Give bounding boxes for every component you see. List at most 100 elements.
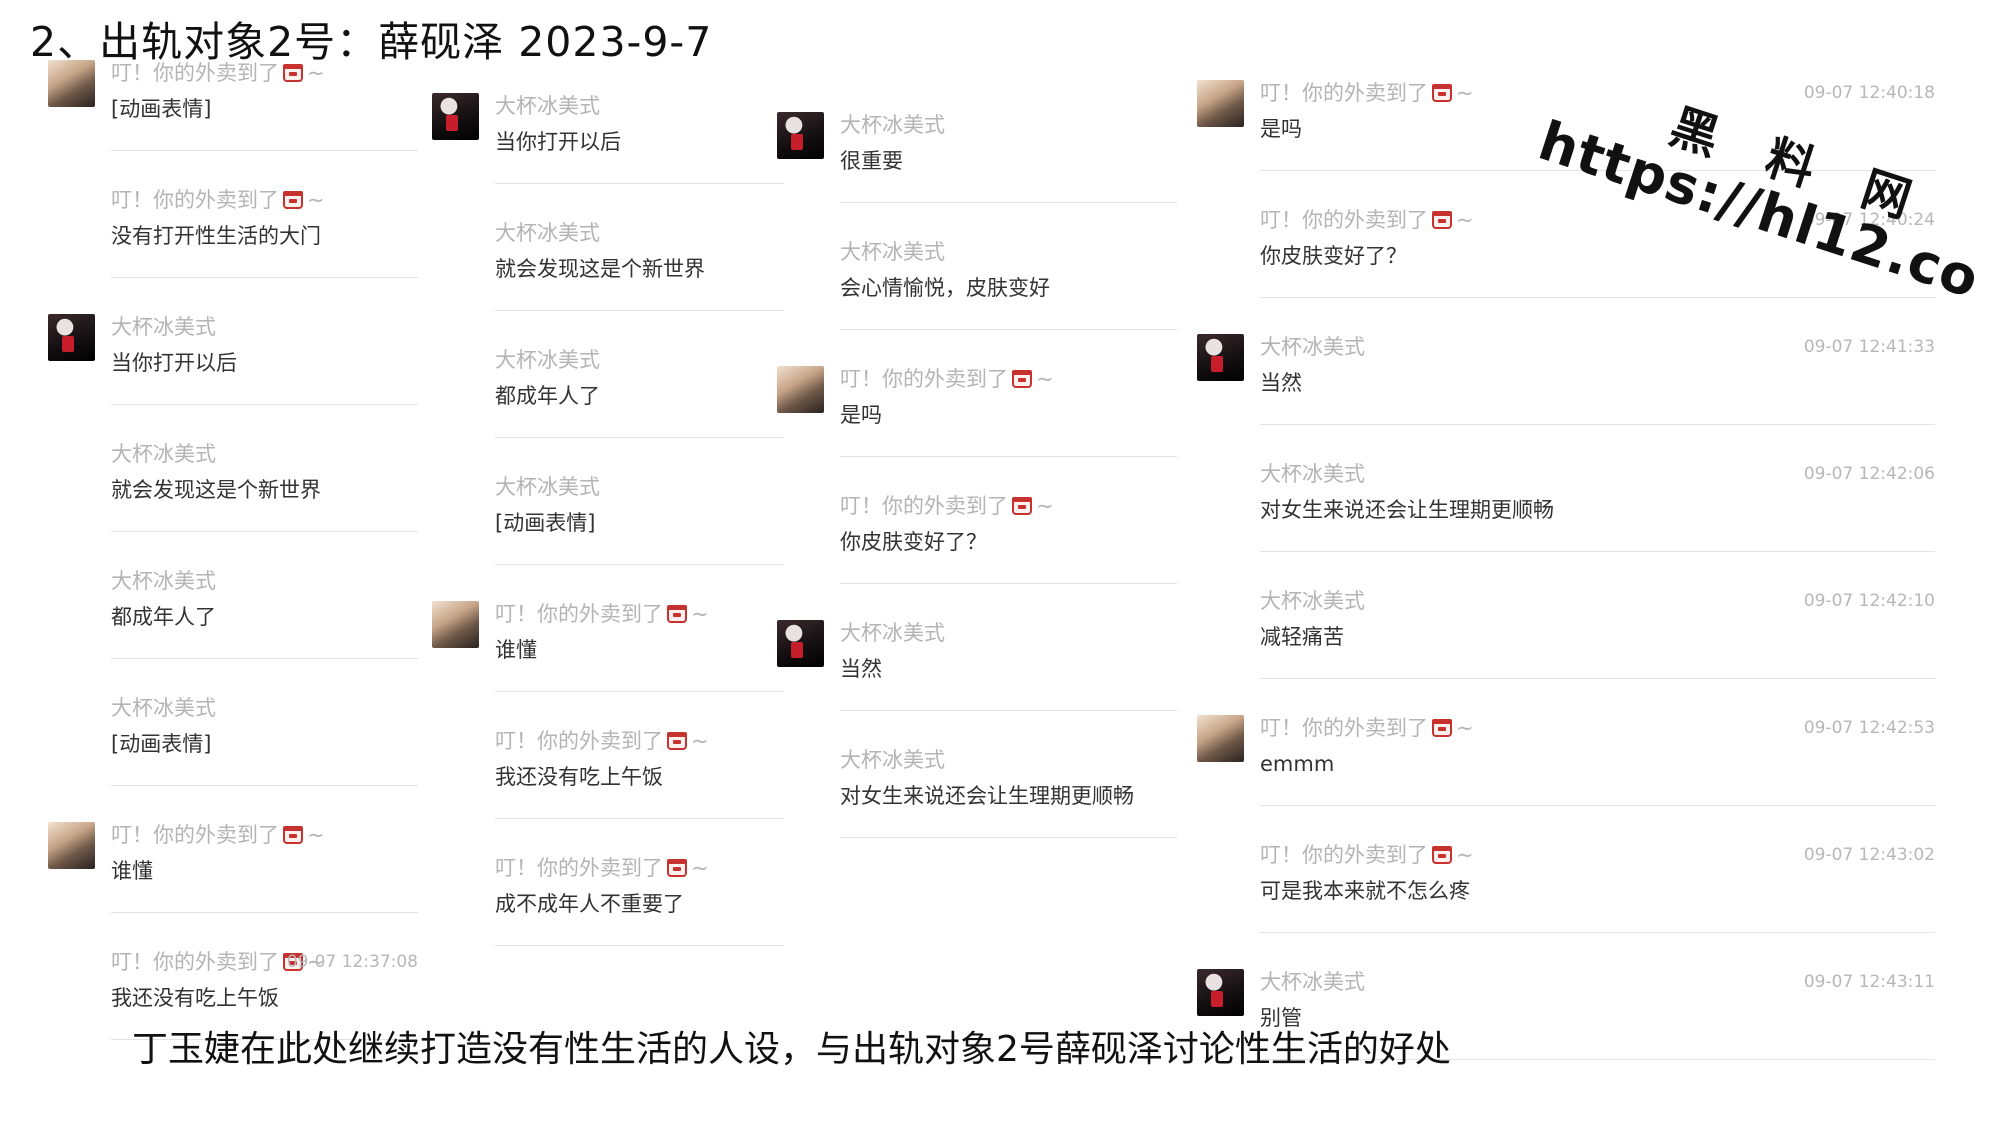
caption: 丁玉婕在此处继续打造没有性生活的人设，与出轨对象2号薛砚泽讨论性生活的好处 bbox=[132, 1029, 1451, 1070]
tilde-icon: ~ bbox=[691, 602, 709, 626]
sender-name[interactable]: 叮！你的外卖到了 bbox=[495, 856, 663, 880]
sender-name[interactable]: 叮！你的外卖到了 bbox=[1260, 81, 1428, 105]
chat-message[interactable]: 大杯冰美式当你打开以后 bbox=[432, 93, 784, 219]
chat-message[interactable]: 大杯冰美式就会发现这是个新世界 bbox=[48, 441, 418, 567]
chat-message[interactable]: 大杯冰美式 都成年人了 bbox=[48, 568, 418, 694]
message-time: 09-07 12:37:08 bbox=[286, 952, 418, 972]
sender-name[interactable]: 大杯冰美式 bbox=[1260, 462, 1365, 486]
chat-message[interactable]: 叮！你的外卖到了 ~09-07 12:42:53 emmm bbox=[1197, 715, 1935, 841]
message-text: 我还没有吃上午饭 bbox=[111, 986, 279, 1010]
sender-name[interactable]: 叮！你的外卖到了 bbox=[111, 823, 279, 847]
page-title: 2、出轨对象2号：薛砚泽 2023-9-7 bbox=[30, 18, 713, 66]
message-text: 当然 bbox=[840, 657, 882, 681]
chat-message[interactable]: 大杯冰美式 就会发现这是个新世界 bbox=[432, 220, 784, 346]
tilde-icon: ~ bbox=[1456, 716, 1474, 740]
sender-name[interactable]: 叮！你的外卖到了 bbox=[111, 61, 279, 85]
sender-name[interactable]: 叮！你的外卖到了 bbox=[840, 494, 1008, 518]
takeout-cup-icon bbox=[667, 859, 687, 877]
sender-name[interactable]: 大杯冰美式 bbox=[840, 621, 945, 645]
divider bbox=[495, 691, 784, 692]
sender-name[interactable]: 叮！你的外卖到了 bbox=[495, 602, 663, 626]
sender-name[interactable]: 大杯冰美式 bbox=[495, 221, 600, 245]
message-text: 减轻痛苦 bbox=[1260, 625, 1344, 649]
sender-name[interactable]: 叮！你的外卖到了 bbox=[1260, 208, 1428, 232]
avatar[interactable] bbox=[777, 366, 824, 413]
sender-name[interactable]: 叮！你的外卖到了 bbox=[1260, 716, 1428, 740]
avatar[interactable] bbox=[432, 93, 479, 140]
message-header: 大杯冰美式 bbox=[840, 620, 945, 646]
sender-name[interactable]: 大杯冰美式 bbox=[111, 569, 216, 593]
message-time: 09-07 12:40:18 bbox=[1803, 83, 1935, 103]
takeout-cup-icon bbox=[1012, 497, 1032, 515]
sender-name[interactable]: 大杯冰美式 bbox=[111, 442, 216, 466]
chat-message[interactable]: 叮！你的外卖到了 ~09-07 12:43:02 可是我本来就不怎么疼 bbox=[1197, 842, 1935, 968]
chat-message[interactable]: 大杯冰美式 很重要 bbox=[777, 112, 1177, 238]
sender-name[interactable]: 大杯冰美式 bbox=[1260, 335, 1365, 359]
divider bbox=[111, 912, 418, 913]
message-text: 当你打开以后 bbox=[111, 351, 237, 375]
sender-name[interactable]: 大杯冰美式 bbox=[840, 748, 945, 772]
chat-message[interactable]: 叮！你的外卖到了 ~ 谁懂 bbox=[48, 822, 418, 948]
chat-message[interactable]: 叮！你的外卖到了 ~ 是吗 bbox=[777, 366, 1177, 492]
divider bbox=[495, 437, 784, 438]
sender-name[interactable]: 大杯冰美式 bbox=[111, 696, 216, 720]
message-text: 成不成年人不重要了 bbox=[495, 892, 684, 916]
sender-name[interactable]: 大杯冰美式 bbox=[495, 348, 600, 372]
message-text: 对女生来说还会让生理期更顺畅 bbox=[1260, 498, 1554, 522]
message-text: 都成年人了 bbox=[495, 384, 600, 408]
sender-name[interactable]: 大杯冰美式 bbox=[1260, 589, 1365, 613]
sender-name[interactable]: 大杯冰美式 bbox=[495, 475, 600, 499]
avatar[interactable] bbox=[777, 112, 824, 159]
chat-message[interactable]: 大杯冰美式 当然 bbox=[777, 620, 1177, 746]
sender-name[interactable]: 叮！你的外卖到了 bbox=[111, 188, 279, 212]
sender-name[interactable]: 大杯冰美式 bbox=[840, 240, 945, 264]
message-text: 谁懂 bbox=[111, 859, 153, 883]
chat-message[interactable]: 大杯冰美式 对女生来说还会让生理期更顺畅 bbox=[777, 747, 1177, 873]
chat-message[interactable]: 叮！你的外卖到了 ~ 成不成年人不重要了 bbox=[432, 855, 784, 981]
avatar[interactable] bbox=[1197, 715, 1244, 762]
sender-name[interactable]: 大杯冰美式 bbox=[840, 113, 945, 137]
sender-name[interactable]: 叮！你的外卖到了 bbox=[1260, 843, 1428, 867]
divider bbox=[1260, 805, 1935, 806]
takeout-cup-icon bbox=[283, 191, 303, 209]
takeout-cup-icon bbox=[1432, 84, 1452, 102]
chat-message[interactable]: 叮！你的外卖到了 ~ 我还没有吃上午饭 bbox=[432, 728, 784, 854]
sender-name[interactable]: 叮！你的外卖到了 bbox=[111, 950, 279, 974]
chat-message[interactable]: 大杯冰美式 [动画表情] bbox=[48, 695, 418, 821]
message-text: 就会发现这是个新世界 bbox=[111, 478, 321, 502]
avatar[interactable] bbox=[777, 620, 824, 667]
divider bbox=[495, 183, 784, 184]
chat-message[interactable]: 大杯冰美式 会心情愉悦，皮肤变好 bbox=[777, 239, 1177, 365]
avatar[interactable] bbox=[432, 601, 479, 648]
avatar[interactable] bbox=[1197, 334, 1244, 381]
chat-message[interactable]: 叮！你的外卖到了 ~ 你皮肤变好了？ bbox=[777, 493, 1177, 619]
chat-message[interactable]: 大杯冰美式 09-07 12:42:06 对女生来说还会让生理期更顺畅 bbox=[1197, 461, 1935, 587]
chat-message[interactable]: 大杯冰美式 09-07 12:42:10 减轻痛苦 bbox=[1197, 588, 1935, 714]
message-text: 当你打开以后 bbox=[495, 130, 621, 154]
message-header: 叮！你的外卖到了 ~ bbox=[1260, 207, 1474, 233]
sender-name[interactable]: 大杯冰美式 bbox=[495, 94, 600, 118]
chat-message[interactable]: 大杯冰美式都成年人了 bbox=[432, 347, 784, 473]
message-text: 是吗 bbox=[840, 403, 882, 427]
message-header: 大杯冰美式 bbox=[495, 220, 600, 246]
divider bbox=[840, 710, 1177, 711]
message-header: 大杯冰美式 bbox=[495, 347, 600, 373]
sender-name[interactable]: 大杯冰美式 bbox=[1260, 970, 1365, 994]
sender-name[interactable]: 大杯冰美式 bbox=[111, 315, 216, 339]
message-header: 叮！你的外卖到了 ~ bbox=[1260, 842, 1474, 868]
divider bbox=[1260, 678, 1935, 679]
avatar[interactable] bbox=[48, 822, 95, 869]
sender-name[interactable]: 叮！你的外卖到了 bbox=[495, 729, 663, 753]
sender-name[interactable]: 叮！你的外卖到了 bbox=[840, 367, 1008, 391]
chat-message[interactable]: 叮！你的外卖到了 ~ 谁懂 bbox=[432, 601, 784, 727]
avatar[interactable] bbox=[48, 314, 95, 361]
avatar[interactable] bbox=[1197, 969, 1244, 1016]
message-text: [动画表情] bbox=[111, 732, 212, 756]
avatar[interactable] bbox=[1197, 80, 1244, 127]
chat-message[interactable]: 大杯冰美式 [动画表情] bbox=[432, 474, 784, 600]
chat-message[interactable]: 大杯冰美式当你打开以后 bbox=[48, 314, 418, 440]
chat-message[interactable]: 叮！你的外卖到了 ~ 没有打开性生活的大门 bbox=[48, 187, 418, 313]
avatar[interactable] bbox=[48, 60, 95, 107]
message-time: 09-07 12:42:10 bbox=[1803, 591, 1935, 611]
chat-message[interactable]: 叮！你的外卖到了 ~ [动画表情] bbox=[48, 60, 418, 186]
